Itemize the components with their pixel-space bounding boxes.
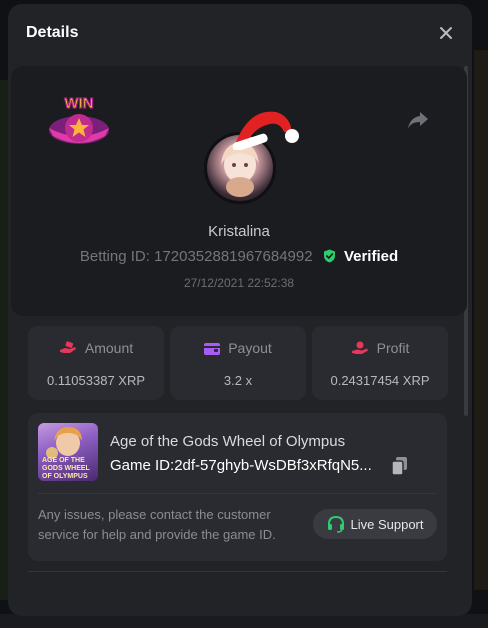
game-card: AGE OF THE GODS WHEEL OF OLYMPUS Age of …	[28, 413, 447, 561]
stat-payout-label: Payout	[228, 340, 272, 356]
stat-profit-head: Profit	[312, 340, 448, 356]
game-id-label: Game ID:	[110, 457, 175, 474]
coins-hand-icon	[59, 341, 76, 353]
stat-profit-value: 0.24317454 XRP	[330, 373, 430, 388]
stat-amount-value: 0.11053387 XRP	[46, 373, 146, 388]
stat-amount-head: Amount	[28, 340, 164, 356]
close-button[interactable]	[436, 23, 456, 43]
close-icon	[440, 27, 452, 39]
copy-icon	[391, 457, 407, 476]
user-avatar-wrap	[204, 111, 299, 204]
game-thumbnail[interactable]: AGE OF THE GODS WHEEL OF OLYMPUS	[38, 423, 98, 481]
verified-label: Verified	[343, 248, 399, 265]
content-divider	[28, 571, 447, 572]
santa-hat-icon	[232, 111, 299, 150]
stat-profit-label: Profit	[376, 340, 410, 356]
bet-date: 27/12/2021 22:52:38	[183, 276, 295, 290]
copy-game-id-button[interactable]	[391, 457, 408, 476]
game-thumbnail-text: AGE OF THE GODS WHEEL OF OLYMPUS	[42, 457, 90, 480]
game-card-divider	[38, 493, 437, 494]
hand-coin-icon	[351, 341, 368, 354]
wallet-icon	[204, 342, 221, 355]
modal-header: Details	[8, 4, 472, 62]
stats-row: Amount 0.11053387 XRP Payout 3.2 x Profi…	[28, 326, 448, 400]
profile-card: WIN Kristalina Betting ID: 1720352881967…	[11, 66, 467, 316]
stat-payout: Payout 3.2 x	[170, 326, 306, 400]
stat-payout-value: 3.2 x	[223, 373, 253, 388]
live-support-label: Live Support	[350, 516, 424, 532]
share-icon	[408, 112, 428, 129]
share-button[interactable]	[407, 110, 429, 130]
modal-content[interactable]: WIN Kristalina Betting ID: 1720352881967…	[8, 62, 472, 616]
live-support-button[interactable]: Live Support	[313, 509, 437, 539]
username: Kristalina	[208, 223, 270, 240]
support-message: Any issues, please contact the customer …	[38, 507, 276, 542]
stat-amount-label: Amount	[84, 340, 134, 356]
betting-id-label: Betting ID:	[79, 248, 150, 265]
stat-payout-head: Payout	[170, 340, 306, 356]
stat-amount: Amount 0.11053387 XRP	[28, 326, 164, 400]
game-id-row: Game ID:2df-57ghyb-WsDBf3xRfqN5...	[110, 457, 372, 474]
game-name: Age of the Gods Wheel of Olympus	[110, 433, 346, 450]
stat-profit: Profit 0.24317454 XRP	[312, 326, 448, 400]
verified-shield-icon	[323, 249, 335, 263]
win-badge-text: WIN	[64, 95, 93, 112]
backdrop-bottom-row	[0, 614, 488, 628]
headset-icon	[327, 515, 344, 533]
modal-title: Details	[26, 24, 79, 41]
betting-id-value: 1720352881967684992	[154, 248, 313, 265]
backdrop-right-panel	[474, 50, 488, 590]
details-modal: Details WIN Kristalina Betting ID: 17203…	[8, 4, 472, 616]
game-id-value: 2df-57ghyb-WsDBf3xRfqN5...	[174, 457, 372, 474]
win-badge-icon: WIN	[49, 94, 109, 144]
betting-id-row: Betting ID: 1720352881967684992 Verified	[11, 248, 467, 265]
